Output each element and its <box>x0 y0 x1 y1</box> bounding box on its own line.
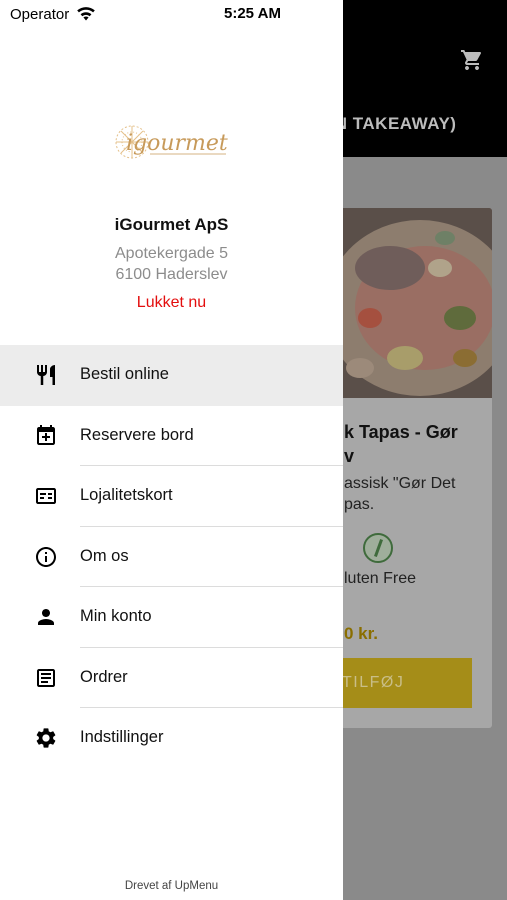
menu-item-label: Reservere bord <box>80 425 194 444</box>
wifi-icon <box>77 7 95 21</box>
menu-item-om-os[interactable]: Om os <box>0 527 343 587</box>
menu-item-ordrer[interactable]: Ordrer <box>0 648 343 708</box>
product-desc-line2: pas. <box>344 496 375 513</box>
cart-icon[interactable] <box>460 48 484 72</box>
person-icon <box>38 609 54 625</box>
product-description: assisk "Gør Det pas. <box>344 473 455 515</box>
powered-by-footer[interactable]: Drevet af UpMenu <box>0 880 343 892</box>
fork-knife-icon <box>37 365 55 385</box>
menu-item-label: Ordrer <box>80 667 128 686</box>
gluten-free-icon <box>363 533 393 563</box>
svg-text:igourmet: igourmet <box>126 131 228 156</box>
add-to-cart-button[interactable]: TILFØJ <box>330 658 472 708</box>
receipt-icon <box>37 668 55 687</box>
menu-item-label: Indstillinger <box>80 728 164 746</box>
drawer-menu: Bestil online Reservere bord Lojalitetsk… <box>0 345 343 769</box>
restaurant-logo: igourmet <box>115 125 228 159</box>
product-card[interactable]: k Tapas - Gør v assisk "Gør Det pas. lut… <box>330 208 492 728</box>
status-bar: Operator 5:25 AM <box>0 0 343 30</box>
menu-item-min-konto[interactable]: Min konto <box>0 587 343 648</box>
gluten-free-label: luten Free <box>344 570 417 587</box>
menu-item-label: Min konto <box>80 607 152 625</box>
menu-item-label: Lojalitetskort <box>80 486 173 504</box>
info-icon <box>36 546 56 567</box>
menu-item-label: Om os <box>80 546 129 565</box>
product-title: k Tapas - Gør v <box>344 420 458 468</box>
address-line-1: Apotekergade 5 <box>115 245 228 262</box>
calendar-plus-icon <box>37 424 55 445</box>
loyalty-card-icon <box>36 488 56 504</box>
navigation-drawer: Operator 5:25 AM igourmet iGourmet ApS A… <box>0 0 343 900</box>
product-photo <box>330 208 492 398</box>
menu-item-bestil-online[interactable]: Bestil online <box>0 345 343 406</box>
product-price: 0 kr. <box>344 624 379 643</box>
product-desc-line1: assisk "Gør Det <box>344 475 456 492</box>
menu-item-reservere-bord[interactable]: Reservere bord <box>0 406 343 466</box>
carrier-label: Operator <box>10 6 70 23</box>
shop-name: iGourmet ApS <box>114 215 229 234</box>
menu-item-indstillinger[interactable]: Indstillinger <box>0 708 343 769</box>
gear-icon <box>36 728 56 748</box>
product-title-line1: k Tapas - Gør <box>344 422 458 442</box>
address-line-2: 6100 Haderslev <box>115 266 228 283</box>
menu-item-lojalitetskort[interactable]: Lojalitetskort <box>0 466 343 527</box>
menu-item-label: Bestil online <box>80 365 169 383</box>
open-status: Lukket nu <box>136 294 207 311</box>
product-title-line2: v <box>344 446 355 466</box>
clock-label: 5:25 AM <box>224 5 281 22</box>
